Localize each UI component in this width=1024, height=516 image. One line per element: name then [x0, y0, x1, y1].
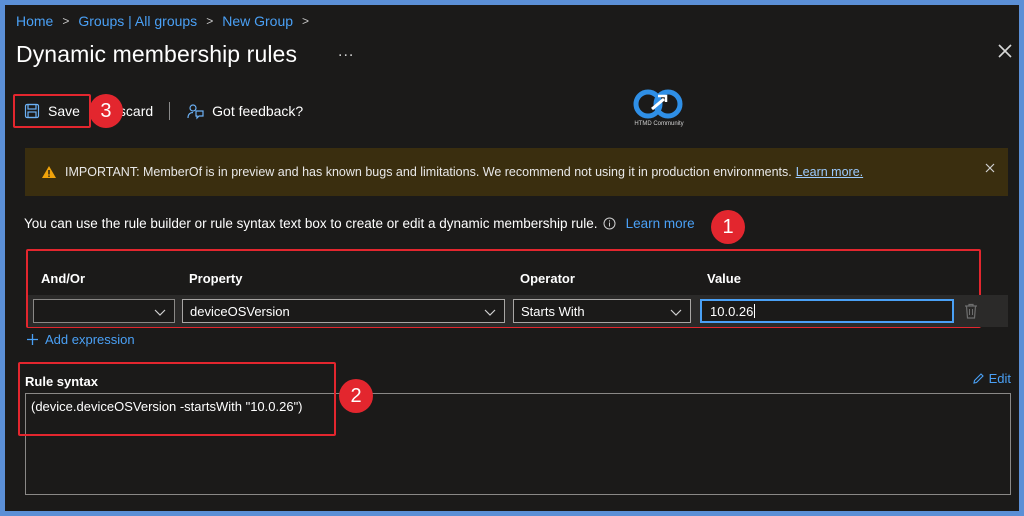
chevron-down-icon: [670, 309, 682, 316]
annotation-marker-1: 1: [711, 210, 745, 244]
more-options-icon[interactable]: ...: [338, 43, 354, 61]
discard-label: scard: [118, 103, 154, 119]
intro-learn-more-link[interactable]: Learn more: [626, 216, 695, 231]
save-icon: [24, 103, 40, 119]
breadcrumb-separator: >: [62, 14, 70, 28]
and-or-dropdown[interactable]: [33, 299, 175, 323]
operator-value: Starts With: [521, 303, 585, 319]
preview-warning-banner: IMPORTANT: MemberOf is in preview and ha…: [25, 148, 1008, 196]
pencil-icon: [972, 373, 984, 384]
rule-builder-grid: And/Or Property Operator Value deviceOSV…: [26, 249, 1008, 328]
feedback-label: Got feedback?: [212, 103, 304, 119]
warning-icon: [42, 166, 56, 178]
close-icon[interactable]: [995, 41, 1015, 61]
plus-icon: [27, 334, 38, 345]
feedback-icon: [187, 104, 204, 120]
text-cursor: [754, 304, 756, 318]
breadcrumb-separator: >: [206, 14, 214, 28]
breadcrumb-home[interactable]: Home: [16, 13, 53, 29]
feedback-button[interactable]: Got feedback?: [176, 93, 313, 129]
intro-text: You can use the rule builder or rule syn…: [24, 216, 598, 231]
value-input[interactable]: 10.0.26: [700, 299, 954, 323]
add-expression-button[interactable]: Add expression: [26, 332, 135, 347]
property-dropdown[interactable]: deviceOSVersion: [182, 299, 505, 323]
value-text: 10.0.26: [710, 303, 754, 319]
command-bar: Save 3 scard Got feedback?: [13, 93, 313, 129]
chevron-down-icon: [154, 309, 166, 316]
logo-caption: HTMD Community: [634, 121, 684, 127]
delete-icon[interactable]: [964, 303, 978, 319]
app-window: Home > Groups | All groups > New Group >…: [5, 5, 1019, 511]
breadcrumb-separator: >: [302, 14, 310, 28]
info-icon[interactable]: [603, 217, 616, 230]
column-header-and-or: And/Or: [41, 271, 86, 286]
column-header-operator: Operator: [520, 271, 575, 286]
discard-button[interactable]: scard: [119, 93, 163, 129]
save-label: Save: [48, 103, 80, 119]
column-header-property: Property: [189, 271, 243, 286]
edit-label: Edit: [988, 371, 1011, 386]
save-button[interactable]: Save: [13, 94, 91, 128]
toolbar-divider: [169, 102, 171, 120]
breadcrumb-new-group[interactable]: New Group: [222, 13, 293, 29]
annotation-marker-3: 3: [88, 94, 123, 128]
annotation-marker-2: 2: [339, 379, 373, 413]
breadcrumb: Home > Groups | All groups > New Group >: [16, 11, 318, 31]
banner-close-icon[interactable]: [984, 162, 996, 174]
property-value: deviceOSVersion: [190, 303, 290, 319]
operator-dropdown[interactable]: Starts With: [513, 299, 691, 323]
page-title: Dynamic membership rules: [16, 41, 298, 67]
column-header-value: Value: [707, 271, 741, 286]
banner-learn-more-link[interactable]: Learn more.: [796, 165, 863, 179]
rule-builder-intro: You can use the rule builder or rule syn…: [24, 216, 695, 231]
add-expression-label: Add expression: [45, 332, 135, 347]
banner-text: IMPORTANT: MemberOf is in preview and ha…: [65, 165, 792, 179]
annotation-box-2: [18, 362, 336, 436]
breadcrumb-groups[interactable]: Groups | All groups: [78, 13, 197, 29]
edit-syntax-button[interactable]: Edit: [972, 371, 1011, 386]
chevron-down-icon: [484, 309, 496, 316]
